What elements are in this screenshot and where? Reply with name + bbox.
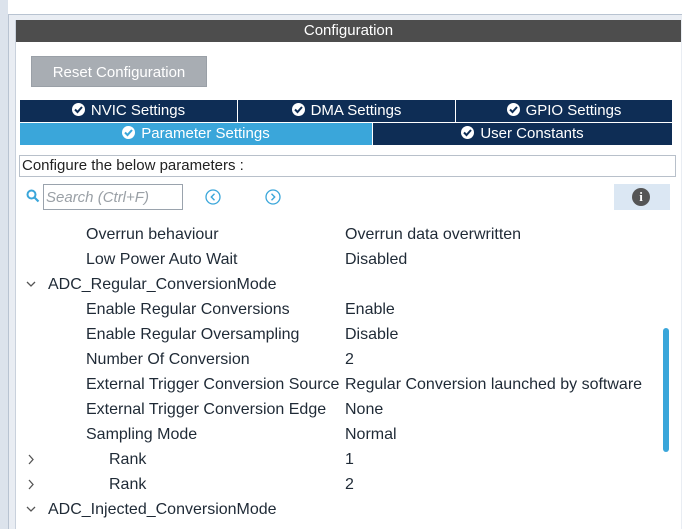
search-input[interactable] xyxy=(43,184,183,210)
left-pane-edge xyxy=(0,0,9,529)
param-value[interactable]: Disabled xyxy=(345,247,407,272)
group-row-injected-conversion[interactable]: ADC_Injected_ConversionMode xyxy=(16,497,664,522)
group-name: ADC_Injected_ConversionMode xyxy=(48,501,277,518)
group-name: ADC_Regular_ConversionMode xyxy=(48,276,277,293)
param-name: Rank xyxy=(109,476,147,493)
tab-nvic-settings[interactable]: NVIC Settings xyxy=(20,100,238,122)
param-row-rank-2[interactable]: Rank 2 xyxy=(16,472,664,497)
check-circle-icon xyxy=(461,126,475,139)
previous-result-icon[interactable] xyxy=(205,189,221,205)
search-icon[interactable] xyxy=(26,189,40,203)
param-value[interactable]: Disable xyxy=(345,322,398,347)
parameter-tree: Overrun behaviour Overrun data overwritt… xyxy=(16,213,664,529)
param-name: Rank xyxy=(109,451,147,468)
param-name: Low Power Auto Wait xyxy=(86,251,238,268)
param-row-enable-regular-conversions[interactable]: Enable Regular Conversions Enable xyxy=(16,297,664,322)
configuration-panel: Configuration Reset Configuration NVIC S… xyxy=(15,20,681,529)
panel-title: Configuration xyxy=(16,20,681,42)
param-value[interactable]: Overrun data overwritten xyxy=(345,222,521,247)
param-row-number-of-conversion[interactable]: Number Of Conversion 2 xyxy=(16,347,664,372)
param-row-overrun[interactable]: Overrun behaviour Overrun data overwritt… xyxy=(16,222,664,247)
param-value[interactable]: 2 xyxy=(345,347,354,372)
param-name: Enable Regular Conversions xyxy=(86,301,290,318)
group-row-regular-conversion[interactable]: ADC_Regular_ConversionMode xyxy=(16,272,664,297)
param-value[interactable]: None xyxy=(345,397,383,422)
tab-label: User Constants xyxy=(480,125,584,142)
chevron-right-icon[interactable] xyxy=(25,472,37,497)
tab-gpio-settings[interactable]: GPIO Settings xyxy=(456,100,672,122)
param-name: External Trigger Conversion Edge xyxy=(86,401,327,418)
tab-label: Parameter Settings xyxy=(141,125,270,142)
check-circle-icon xyxy=(291,103,305,116)
param-value[interactable]: Normal xyxy=(345,422,397,447)
param-value[interactable]: 1 xyxy=(345,447,354,472)
check-circle-icon xyxy=(71,103,85,116)
tab-parameter-settings[interactable]: Parameter Settings xyxy=(20,123,372,145)
param-name: Number Of Conversion xyxy=(86,351,250,368)
tab-label: GPIO Settings xyxy=(525,102,622,119)
top-pane-edge xyxy=(8,0,682,15)
param-row-external-trigger-source[interactable]: External Trigger Conversion Source Regul… xyxy=(16,372,664,397)
param-name: Enable Regular Oversampling xyxy=(86,326,300,343)
param-row-low-power-auto-wait[interactable]: Low Power Auto Wait Disabled xyxy=(16,247,664,272)
tab-label: DMA Settings xyxy=(310,102,402,119)
param-row-enable-regular-oversampling[interactable]: Enable Regular Oversampling Disable xyxy=(16,322,664,347)
chevron-right-icon[interactable] xyxy=(25,447,37,472)
next-result-icon[interactable] xyxy=(265,189,281,205)
param-value[interactable]: Enable xyxy=(345,297,395,322)
param-row-rank-1[interactable]: Rank 1 xyxy=(16,447,664,472)
tab-label: NVIC Settings xyxy=(90,102,186,119)
tab-user-constants[interactable]: User Constants xyxy=(373,123,672,145)
tab-dma-settings[interactable]: DMA Settings xyxy=(238,100,456,122)
check-circle-icon xyxy=(122,126,136,139)
chevron-down-icon[interactable] xyxy=(25,497,37,522)
param-row-sampling-mode[interactable]: Sampling Mode Normal xyxy=(16,422,664,447)
window-background: Configuration Reset Configuration NVIC S… xyxy=(0,0,682,529)
param-name: External Trigger Conversion Source xyxy=(86,376,340,393)
info-icon: i xyxy=(632,188,650,206)
chevron-down-icon[interactable] xyxy=(25,272,37,297)
scrollbar-thumb[interactable] xyxy=(663,328,669,452)
param-value[interactable]: 2 xyxy=(345,472,354,497)
reset-configuration-button[interactable]: Reset Configuration xyxy=(31,56,207,87)
param-row-external-trigger-edge[interactable]: External Trigger Conversion Edge None xyxy=(16,397,664,422)
param-name: Sampling Mode xyxy=(86,426,198,443)
param-name: Overrun behaviour xyxy=(86,226,219,243)
param-value[interactable]: Regular Conversion launched by software xyxy=(345,372,642,397)
configure-parameters-label: Configure the below parameters : xyxy=(19,155,676,177)
check-circle-icon xyxy=(506,103,520,116)
info-button[interactable]: i xyxy=(614,184,670,210)
